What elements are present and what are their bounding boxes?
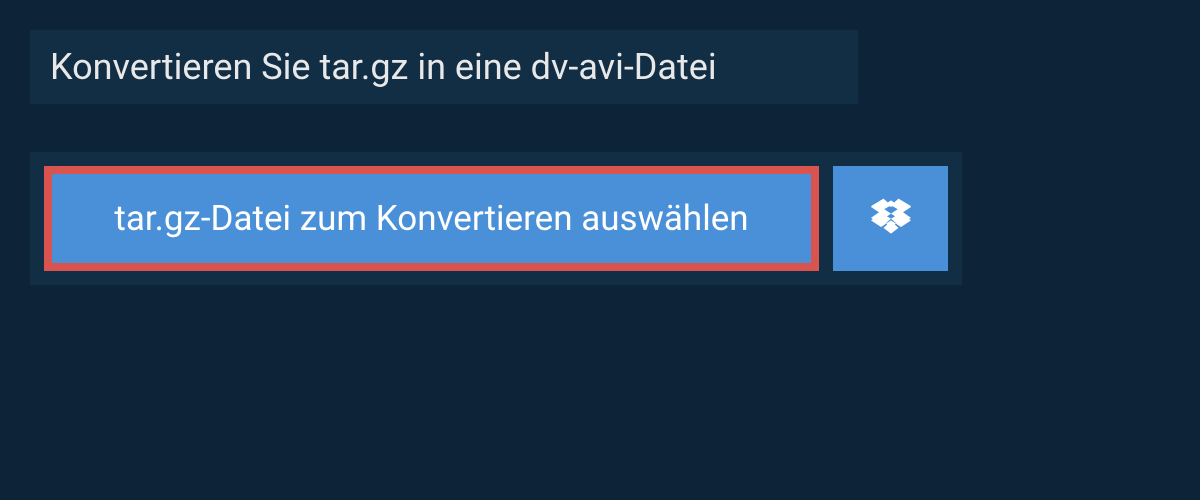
header-bar: Konvertieren Sie tar.gz in eine dv-avi-D…	[30, 30, 858, 104]
upload-panel: tar.gz-Datei zum Konvertieren auswählen	[30, 152, 962, 285]
dropbox-icon	[871, 197, 911, 241]
dropbox-button[interactable]	[833, 166, 948, 271]
select-file-label: tar.gz-Datei zum Konvertieren auswählen	[114, 198, 748, 239]
page-title: Konvertieren Sie tar.gz in eine dv-avi-D…	[50, 46, 838, 88]
select-file-button[interactable]: tar.gz-Datei zum Konvertieren auswählen	[44, 166, 819, 271]
main-container: Konvertieren Sie tar.gz in eine dv-avi-D…	[0, 0, 1200, 315]
